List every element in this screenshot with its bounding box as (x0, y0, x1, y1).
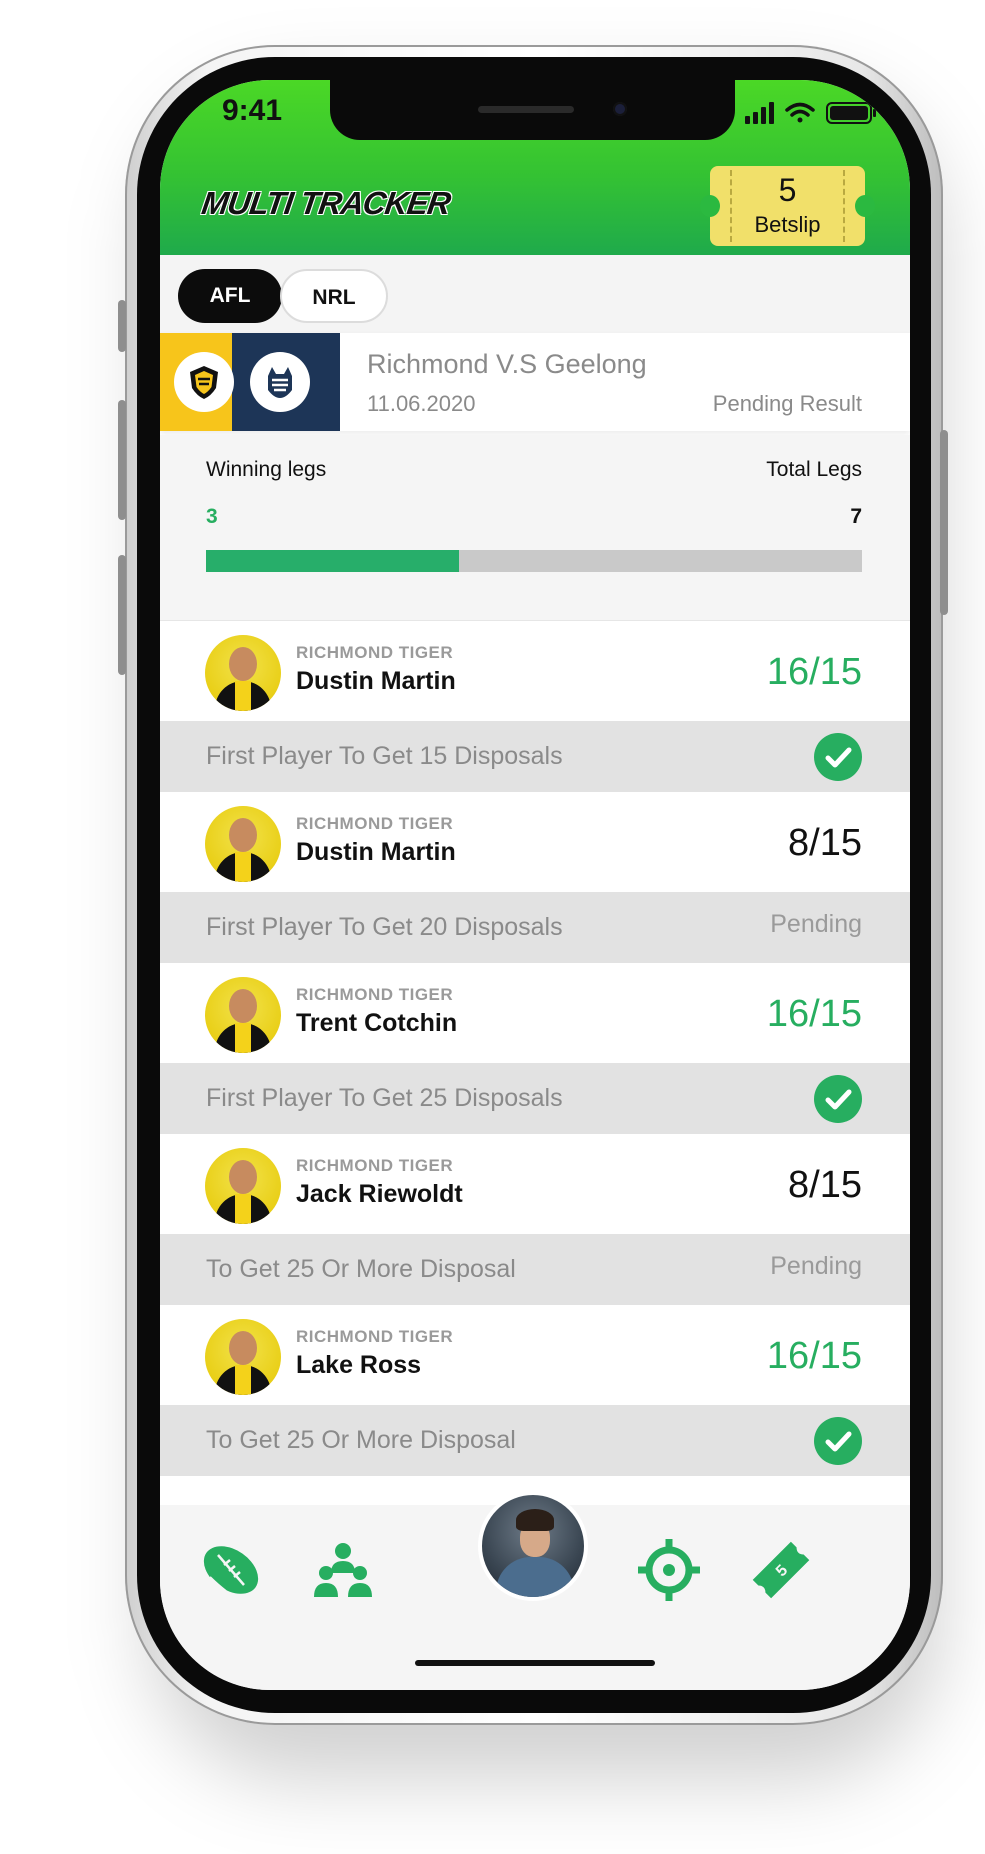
leg-pending-text: Pending (770, 910, 862, 938)
ticket-icon[interactable]: 5 (746, 1535, 816, 1605)
bottom-nav: 5 (160, 1491, 910, 1690)
player-team: RICHMOND TIGER (296, 985, 454, 1004)
player-name: Dustin Martin (296, 667, 456, 695)
sport-tabs: AFL NRL (160, 255, 910, 333)
volume-down-button (118, 555, 126, 675)
player-row[interactable]: RICHMOND TIGER Dustin Martin 16/15 (160, 621, 910, 721)
winning-legs-label: Winning legs (206, 458, 327, 481)
betslip-label: Betslip (754, 212, 821, 237)
player-team: RICHMOND TIGER (296, 814, 454, 833)
winning-legs-value: 3 (206, 505, 218, 528)
profile-avatar[interactable] (478, 1491, 588, 1601)
player-row[interactable]: RICHMOND TIGER Trent Cotchin 16/15 (160, 963, 910, 1063)
home-indicator (415, 1660, 655, 1666)
player-score: 16/15 (766, 651, 862, 693)
player-avatar (205, 1148, 281, 1224)
player-avatar (205, 1319, 281, 1395)
betslip-button[interactable]: 5 Betslip (700, 166, 875, 246)
leg-market: To Get 25 Or More Disposal (206, 1255, 516, 1283)
progress-bar-fill (206, 550, 460, 572)
leg-row: First Player To Get 25 Disposals (160, 1063, 910, 1134)
tab-nrl[interactable]: NRL (280, 269, 388, 323)
app-screen: 9:41 MULTI TRACKER 5 Betslip AFL NRL Ric… (160, 80, 910, 1690)
leg-market: First Player To Get 25 Disposals (206, 1084, 563, 1112)
battery-icon (826, 102, 876, 124)
wifi-icon (785, 102, 815, 123)
app-header: 9:41 MULTI TRACKER 5 Betslip (160, 80, 910, 255)
player-name: Trent Cotchin (296, 1009, 458, 1037)
status-icons (745, 102, 876, 124)
betslip-count: 5 (778, 172, 797, 208)
total-legs-label: Total Legs (766, 458, 862, 481)
player-team: RICHMOND TIGER (296, 1327, 454, 1346)
leg-market: First Player To Get 20 Disposals (206, 913, 563, 941)
player-row[interactable]: RICHMOND TIGER Jack Riewoldt 8/15 (160, 1134, 910, 1234)
power-button (940, 430, 948, 615)
legs-progress: Winning legs Total Legs 3 7 (160, 435, 910, 621)
player-score: 16/15 (766, 993, 862, 1035)
geelong-logo-icon (250, 352, 310, 412)
progress-bar-track (206, 550, 862, 572)
target-icon[interactable] (634, 1535, 704, 1605)
leg-market: First Player To Get 15 Disposals (206, 742, 563, 770)
player-avatar (205, 806, 281, 882)
group-icon[interactable] (308, 1535, 378, 1605)
status-time: 9:41 (222, 94, 283, 127)
leg-row: First Player To Get 20 Disposals Pending (160, 892, 910, 963)
check-icon (814, 1075, 862, 1123)
player-row[interactable]: RICHMOND TIGER Lake Ross 16/15 (160, 1305, 910, 1405)
player-row[interactable]: RICHMOND TIGER Dustin Martin 8/15 (160, 792, 910, 892)
volume-up-button (118, 400, 126, 520)
football-icon[interactable] (196, 1535, 266, 1605)
player-name: Jack Riewoldt (296, 1180, 463, 1208)
player-score: 8/15 (788, 1164, 862, 1206)
player-name: Dustin Martin (296, 838, 456, 866)
app-logo: MULTI TRACKER (199, 185, 453, 221)
leg-market: To Get 25 Or More Disposal (206, 1426, 516, 1454)
leg-pending-text: Pending (770, 1252, 862, 1280)
mute-switch (118, 300, 126, 352)
richmond-logo-icon (174, 352, 234, 412)
check-icon (814, 733, 862, 781)
match-card[interactable]: Richmond V.S Geelong 11.06.2020 Pending … (160, 333, 910, 431)
leg-row: To Get 25 Or More Disposal Pending (160, 1234, 910, 1305)
player-team: RICHMOND TIGER (296, 643, 454, 662)
speaker-grill (478, 106, 574, 113)
check-icon (814, 1417, 862, 1465)
player-name: Lake Ross (296, 1351, 422, 1379)
player-score: 8/15 (788, 822, 862, 864)
front-camera (613, 102, 627, 116)
tab-afl[interactable]: AFL (178, 269, 282, 323)
player-score: 16/15 (766, 1335, 862, 1377)
device-notch (330, 80, 735, 140)
player-team: RICHMOND TIGER (296, 1156, 454, 1175)
leg-row: To Get 25 Or More Disposal (160, 1405, 910, 1476)
leg-row: First Player To Get 15 Disposals (160, 721, 910, 792)
match-status: Pending Result (712, 391, 862, 416)
player-avatar (205, 635, 281, 711)
signal-icon (745, 102, 774, 124)
match-date: 11.06.2020 (367, 391, 476, 416)
player-avatar (205, 977, 281, 1053)
legs-list: RICHMOND TIGER Dustin Martin 16/15 First… (160, 621, 910, 1476)
match-title: Richmond V.S Geelong (367, 349, 647, 379)
total-legs-value: 7 (850, 505, 862, 528)
